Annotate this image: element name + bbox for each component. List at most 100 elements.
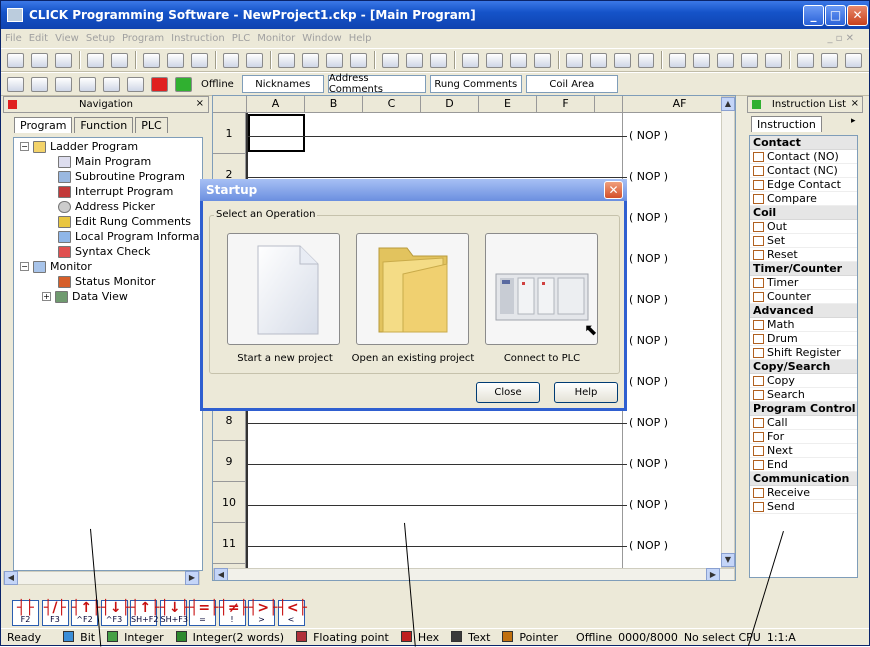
- instruction-item[interactable]: Counter: [750, 290, 857, 304]
- redo-icon[interactable]: [246, 52, 264, 68]
- ladder-vscrollbar[interactable]: ▲ ▼: [721, 96, 735, 568]
- tree-item-ladder-program[interactable]: − Ladder Program: [20, 140, 138, 153]
- zoom-out-icon[interactable]: [406, 52, 423, 68]
- instruction-item[interactable]: Timer: [750, 276, 857, 290]
- coil-area-tab[interactable]: Coil Area: [525, 75, 618, 93]
- instruction-item[interactable]: End: [750, 458, 857, 472]
- zoom-in-icon[interactable]: [382, 52, 400, 68]
- menu-program[interactable]: Program: [122, 33, 164, 44]
- about-icon[interactable]: [845, 52, 862, 68]
- rung-comments-tab[interactable]: Rung Comments: [429, 75, 522, 93]
- function-key-button[interactable]: ┤≠├!: [218, 600, 248, 626]
- print-preview-icon[interactable]: [110, 52, 128, 68]
- function-key-button[interactable]: ┤/├ F3: [41, 600, 69, 626]
- menu-monitor[interactable]: Monitor: [257, 33, 295, 44]
- instruction-item[interactable]: Send: [750, 500, 857, 514]
- new-project-button[interactable]: [227, 233, 340, 345]
- mdi-controls[interactable]: _ ▫ ✕: [827, 33, 854, 44]
- tree-item-data-view[interactable]: + Data View: [42, 290, 128, 303]
- tree-item-interrupt-program[interactable]: Interrupt Program: [58, 185, 173, 198]
- address-comments-tab[interactable]: Address Comments: [327, 73, 426, 95]
- nicknames-tab[interactable]: Nicknames: [241, 75, 324, 93]
- address-picker-icon[interactable]: [717, 52, 735, 68]
- line-icon[interactable]: [326, 52, 344, 68]
- tab-scroll-icon[interactable]: ▸: [851, 116, 856, 126]
- connect-icon[interactable]: [533, 52, 551, 68]
- tree-item-subroutine-program[interactable]: Subroutine Program: [58, 170, 185, 183]
- grid-icon[interactable]: [31, 76, 48, 92]
- function-key-button[interactable]: ┤↑├ SH+F2: [130, 600, 160, 626]
- pen-icon[interactable]: [302, 52, 320, 68]
- instruction-item[interactable]: Out: [750, 220, 857, 234]
- function-key-button[interactable]: ┤<├ <: [277, 600, 307, 626]
- settings-icon[interactable]: [797, 52, 815, 68]
- maximize-button[interactable]: □: [825, 5, 846, 26]
- tool-icon[interactable]: [741, 52, 759, 68]
- menu-plc[interactable]: PLC: [232, 33, 251, 44]
- save-icon[interactable]: [54, 52, 72, 68]
- instruction-item[interactable]: Copy: [750, 374, 857, 388]
- tree-item-status-monitor[interactable]: Status Monitor: [58, 275, 155, 288]
- function-key-button[interactable]: ┤├ F2: [12, 600, 39, 626]
- dialog-help-button[interactable]: Help: [554, 382, 618, 403]
- menu-edit[interactable]: Edit: [29, 33, 48, 44]
- collapse-icon[interactable]: −: [20, 262, 29, 271]
- instruction-item[interactable]: Math: [750, 318, 857, 332]
- status-icon[interactable]: [693, 52, 711, 68]
- menu-setup[interactable]: Setup: [86, 33, 115, 44]
- view-icon[interactable]: [7, 76, 24, 92]
- instruction-item[interactable]: Edge Contact: [750, 178, 857, 192]
- undo-icon[interactable]: [222, 52, 240, 68]
- tab-function[interactable]: Function: [74, 117, 134, 133]
- monitor-icon[interactable]: [509, 52, 527, 68]
- run-mode-icon[interactable]: [175, 76, 192, 92]
- tab-instruction[interactable]: Instruction: [751, 116, 822, 132]
- dialog-close-button[interactable]: Close: [476, 382, 540, 403]
- collapse-icon[interactable]: −: [20, 142, 29, 151]
- menu-file[interactable]: File: [5, 33, 22, 44]
- function-key-button[interactable]: ┤↓├ ^F3: [100, 600, 130, 626]
- instruction-item[interactable]: For: [750, 430, 857, 444]
- print-icon[interactable]: [86, 52, 104, 68]
- instruction-item[interactable]: Receive: [750, 486, 857, 500]
- find-icon[interactable]: [278, 52, 296, 68]
- tree-item-address-picker[interactable]: Address Picker: [58, 200, 155, 213]
- comment-icon[interactable]: [103, 76, 120, 92]
- instruction-item[interactable]: Shift Register: [750, 346, 857, 360]
- menu-instruction[interactable]: Instruction: [171, 33, 225, 44]
- select-icon[interactable]: [350, 52, 368, 68]
- scroll-right-icon[interactable]: ▶: [706, 568, 720, 580]
- write-plc-icon[interactable]: [589, 52, 607, 68]
- close-icon[interactable]: ×: [851, 98, 859, 109]
- instruction-item[interactable]: Reset: [750, 248, 857, 262]
- scroll-left-icon[interactable]: ◀: [214, 568, 228, 580]
- menu-help[interactable]: Help: [349, 33, 372, 44]
- copy-icon[interactable]: [166, 52, 184, 68]
- cut-icon[interactable]: [142, 52, 160, 68]
- stop-mode-icon[interactable]: [151, 76, 168, 92]
- tab-plc[interactable]: PLC: [135, 117, 168, 133]
- instruction-item[interactable]: Call: [750, 416, 857, 430]
- tree-item-edit-rung-comments[interactable]: Edit Rung Comments: [58, 215, 191, 228]
- timer-icon[interactable]: [485, 52, 503, 68]
- tree-item-syntax-check[interactable]: Syntax Check: [58, 245, 150, 258]
- paste-icon[interactable]: [190, 52, 208, 68]
- close-icon[interactable]: ×: [196, 98, 204, 109]
- scroll-down-icon[interactable]: ▼: [721, 553, 735, 567]
- tree-item-main-program[interactable]: Main Program: [58, 155, 151, 168]
- new-icon[interactable]: [7, 52, 24, 68]
- edit-icon[interactable]: [765, 52, 783, 68]
- check-icon[interactable]: [79, 76, 96, 92]
- tree-item-monitor[interactable]: − Monitor: [20, 260, 92, 273]
- instruction-item[interactable]: Next: [750, 444, 857, 458]
- instruction-item[interactable]: Drum: [750, 332, 857, 346]
- menu-view[interactable]: View: [55, 33, 79, 44]
- stop-icon[interactable]: [637, 52, 655, 68]
- expand-icon[interactable]: +: [42, 292, 51, 301]
- zoom-fit-icon[interactable]: [430, 52, 447, 68]
- minimize-button[interactable]: _: [803, 5, 824, 26]
- close-button[interactable]: ✕: [847, 5, 868, 26]
- instruction-item[interactable]: Compare: [750, 192, 857, 206]
- link-icon[interactable]: [55, 76, 72, 92]
- scroll-left-icon[interactable]: ◀: [4, 571, 18, 585]
